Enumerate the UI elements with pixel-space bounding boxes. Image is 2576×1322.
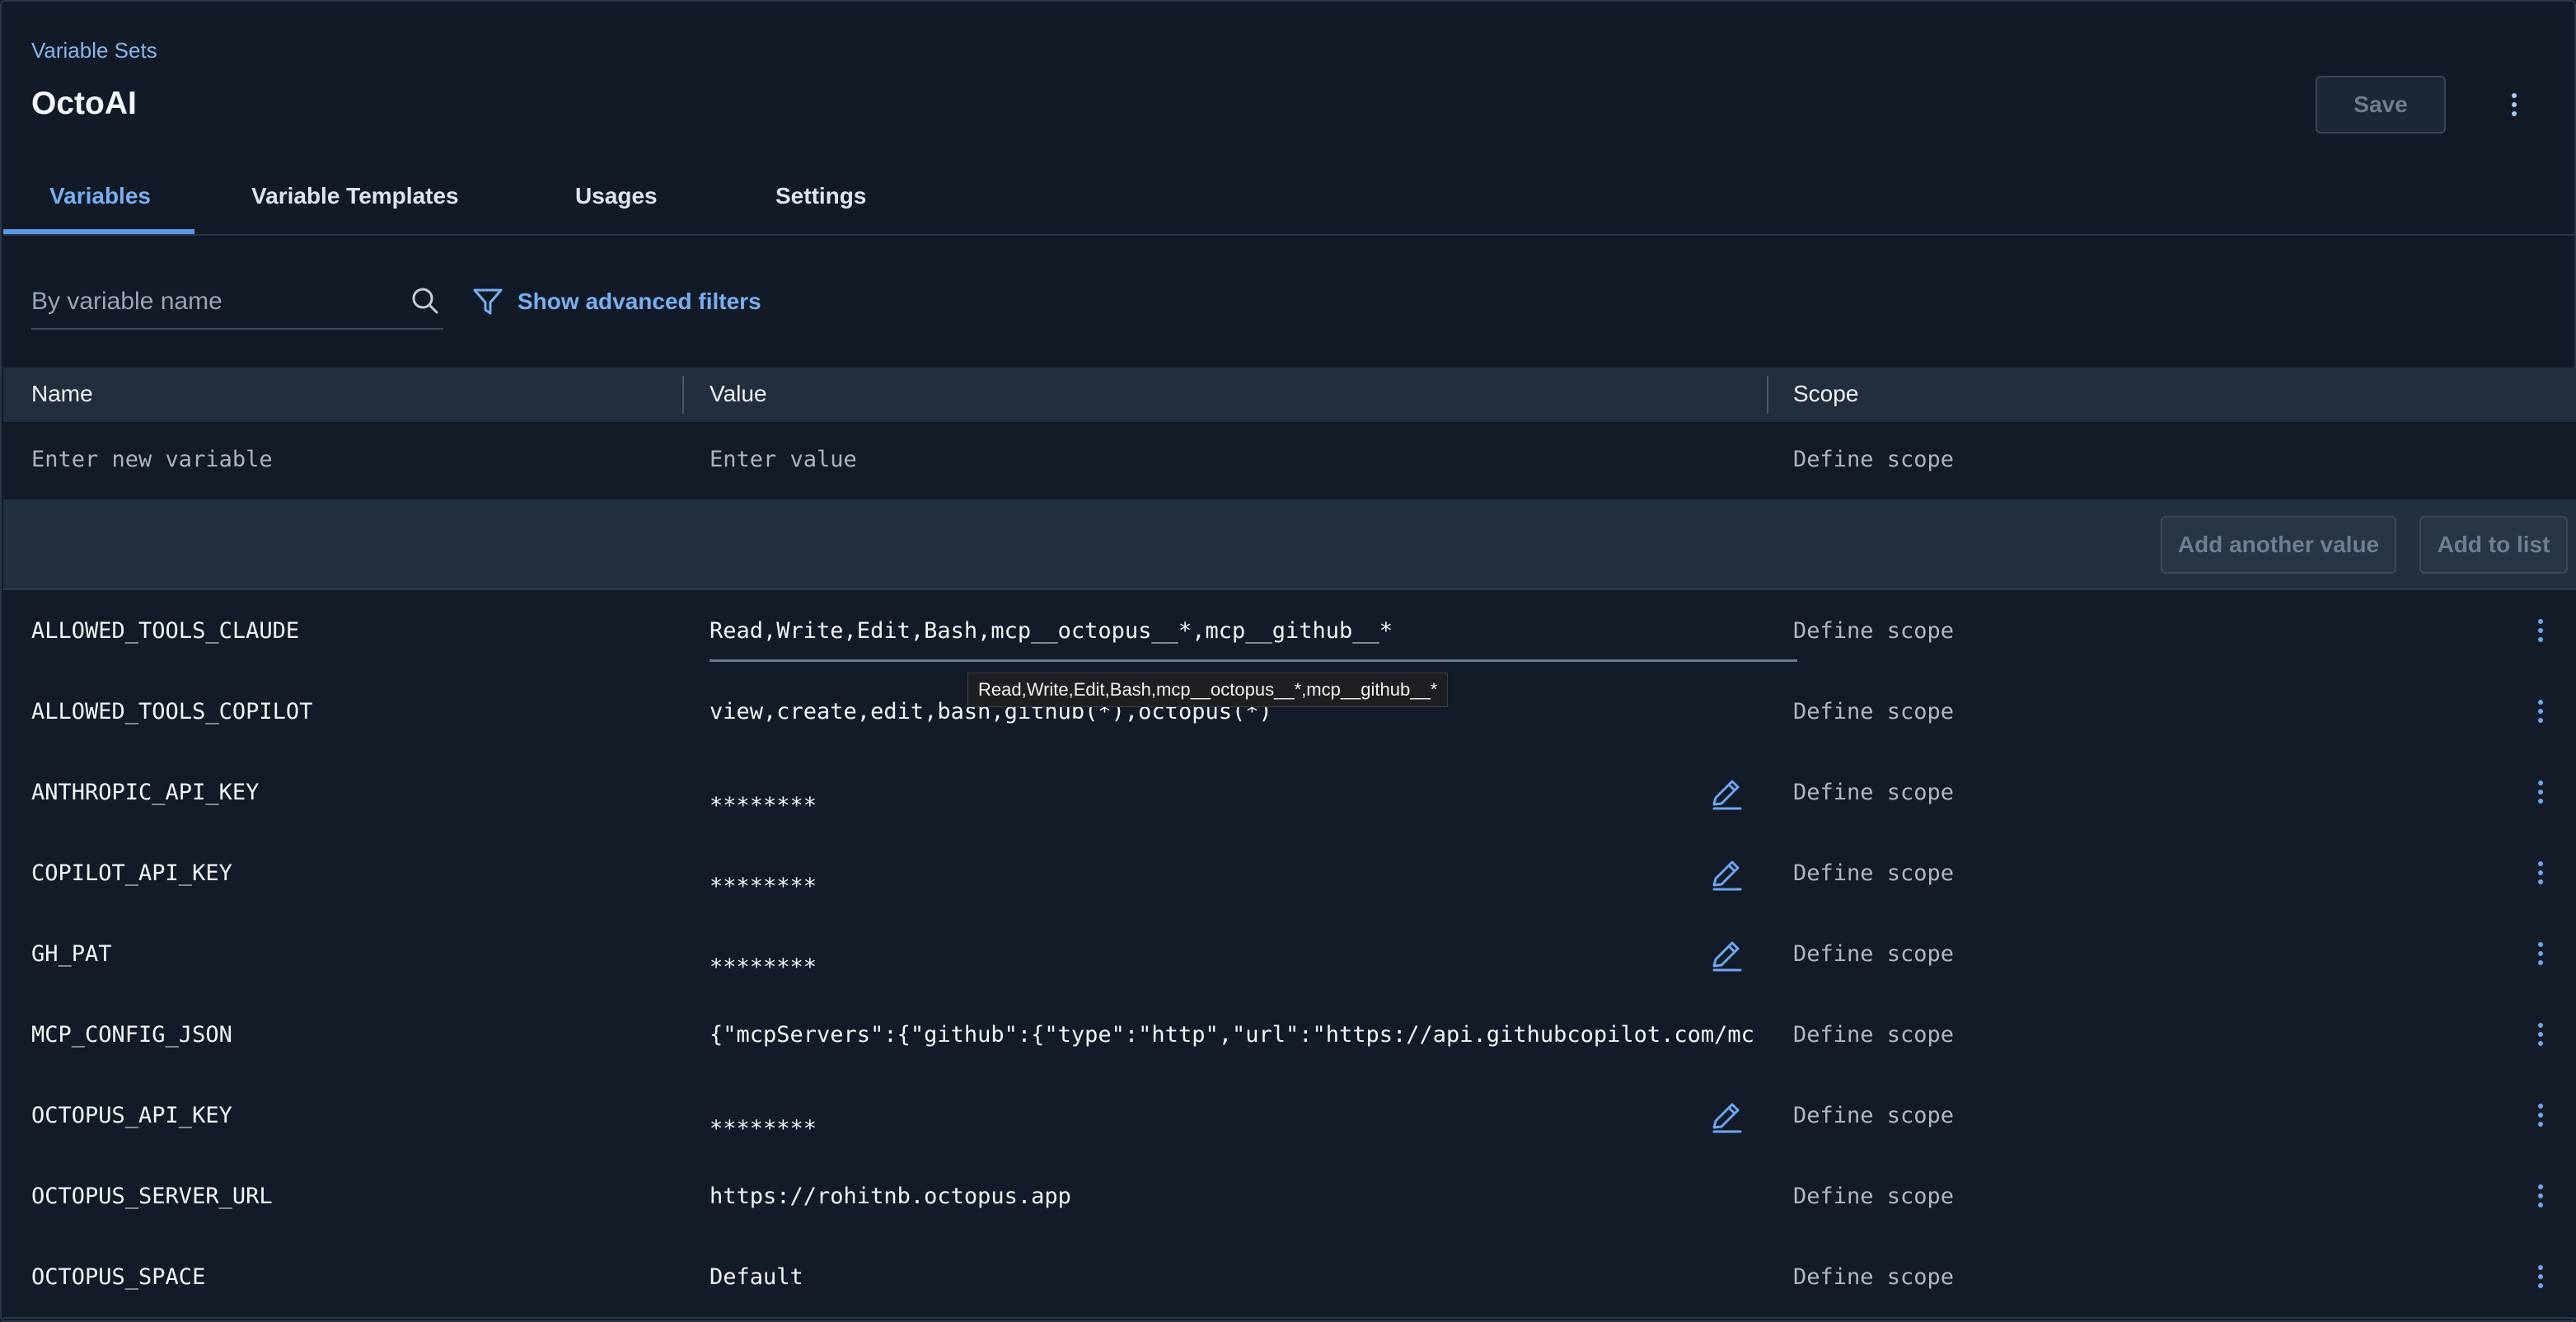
add-another-value-button[interactable]: Add another value (2161, 516, 2396, 574)
search-input[interactable] (31, 285, 394, 318)
variable-name[interactable]: OCTOPUS_API_KEY (31, 1103, 232, 1128)
variable-scope[interactable]: Define scope (1793, 699, 1955, 724)
edit-pencil-icon[interactable] (1707, 936, 1745, 974)
new-variable-name-input[interactable]: Enter new variable (31, 447, 273, 472)
value-tooltip: Read,Write,Edit,Bash,mcp__octopus__*,mcp… (967, 673, 1449, 707)
variable-value[interactable]: Default (710, 1264, 1799, 1290)
variable-scope[interactable]: Define scope (1793, 1103, 1955, 1128)
search-icon[interactable] (409, 285, 442, 318)
table-row[interactable]: OCTOPUS_SPACE Default Define scope (3, 1236, 2576, 1319)
variable-scope[interactable]: Define scope (1793, 618, 1955, 644)
variable-name[interactable]: ALLOWED_TOOLS_CLAUDE (31, 618, 299, 644)
sensitive-value[interactable]: ******** (710, 874, 1799, 899)
column-resize-handle[interactable] (682, 376, 684, 414)
show-advanced-filters-label: Show advanced filters (518, 288, 761, 314)
row-more-vertical-icon[interactable] (2528, 857, 2553, 888)
sensitive-value[interactable]: ******** (710, 793, 1799, 818)
row-more-vertical-icon[interactable] (2528, 1019, 2553, 1050)
table-row[interactable]: ANTHROPIC_API_KEY ******** Define scope (3, 752, 2576, 834)
variable-name[interactable]: GH_PAT (31, 941, 112, 967)
column-header-value: Value (710, 381, 767, 406)
variable-value[interactable]: {"mcpServers":{"github":{"type":"http","… (710, 1022, 1799, 1048)
variable-scope[interactable]: Define scope (1793, 941, 1955, 967)
variable-name[interactable]: OCTOPUS_SPACE (31, 1264, 205, 1290)
filter-icon (473, 288, 503, 315)
row-more-vertical-icon[interactable] (2528, 1261, 2553, 1292)
breadcrumb[interactable]: Variable Sets (31, 38, 157, 63)
row-more-vertical-icon[interactable] (2528, 938, 2553, 969)
tab-usages[interactable]: Usages (575, 183, 658, 209)
sensitive-value[interactable]: ******** (710, 954, 1799, 980)
tabs-divider (3, 234, 2574, 236)
column-header-scope: Scope (1793, 381, 1859, 406)
tab-variable-templates[interactable]: Variable Templates (251, 183, 459, 209)
active-tab-indicator (3, 229, 194, 234)
row-more-vertical-icon[interactable] (2528, 1099, 2553, 1131)
page-title: OctoAI (31, 86, 137, 121)
variable-name[interactable]: MCP_CONFIG_JSON (31, 1022, 232, 1048)
variable-name[interactable]: ANTHROPIC_API_KEY (31, 780, 259, 805)
show-advanced-filters-link[interactable]: Show advanced filters (471, 284, 761, 320)
variable-scope[interactable]: Define scope (1793, 860, 1955, 886)
variable-name[interactable]: ALLOWED_TOOLS_COPILOT (31, 699, 312, 724)
tab-variables[interactable]: Variables (49, 183, 151, 209)
table-row[interactable]: OCTOPUS_API_KEY ******** Define scope (3, 1075, 2576, 1157)
variable-scope[interactable]: Define scope (1793, 1264, 1955, 1290)
variable-name[interactable]: COPILOT_API_KEY (31, 860, 232, 886)
table-row[interactable]: COPILOT_API_KEY ******** Define scope (3, 832, 2576, 915)
column-header-name: Name (31, 381, 93, 406)
edit-pencil-icon[interactable] (1707, 775, 1745, 813)
variable-scope[interactable]: Define scope (1793, 1184, 1955, 1209)
table-row[interactable]: OCTOPUS_SERVER_URL https://rohitnb.octopu… (3, 1156, 2576, 1238)
tab-settings[interactable]: Settings (775, 183, 866, 209)
variable-scope[interactable]: Define scope (1793, 780, 1955, 805)
column-resize-handle[interactable] (1767, 376, 1768, 414)
row-more-vertical-icon[interactable] (2528, 615, 2553, 646)
new-variable-row: Enter new variable Enter value Define sc… (3, 422, 2576, 501)
variable-value[interactable]: https://rohitnb.octopus.app (710, 1184, 1799, 1209)
table-header: Name Value Scope (3, 368, 2576, 424)
edit-pencil-icon[interactable] (1707, 1098, 1745, 1136)
variable-name[interactable]: OCTOPUS_SERVER_URL (31, 1184, 273, 1209)
table-row[interactable]: MCP_CONFIG_JSON {"mcpServers":{"github":{… (3, 994, 2576, 1076)
row-more-vertical-icon[interactable] (2528, 696, 2553, 727)
table-row[interactable]: ALLOWED_TOOLS_CLAUDE Read,Write,Edit,Bash… (3, 590, 2576, 673)
new-variable-value-input[interactable]: Enter value (710, 447, 857, 472)
more-vertical-icon[interactable] (2500, 89, 2528, 120)
variable-value[interactable]: Read,Write,Edit,Bash,mcp__octopus__*,mcp… (710, 618, 1799, 644)
sensitive-value[interactable]: ******** (710, 1116, 1799, 1142)
save-button[interactable]: Save (2316, 76, 2446, 134)
value-input-underline (710, 659, 1797, 662)
row-more-vertical-icon[interactable] (2528, 1180, 2553, 1212)
table-row[interactable]: GH_PAT ******** Define scope (3, 913, 2576, 996)
variable-scope[interactable]: Define scope (1793, 1022, 1955, 1048)
row-more-vertical-icon[interactable] (2528, 776, 2553, 808)
add-to-list-button[interactable]: Add to list (2419, 516, 2568, 574)
new-variable-scope-input[interactable]: Define scope (1793, 447, 1954, 472)
new-variable-actions: Add another value Add to list (3, 499, 2576, 590)
search-field (31, 277, 443, 330)
tab-bar: Variables Variable Templates Usages Sett… (3, 165, 2574, 236)
edit-pencil-icon[interactable] (1707, 856, 1745, 893)
